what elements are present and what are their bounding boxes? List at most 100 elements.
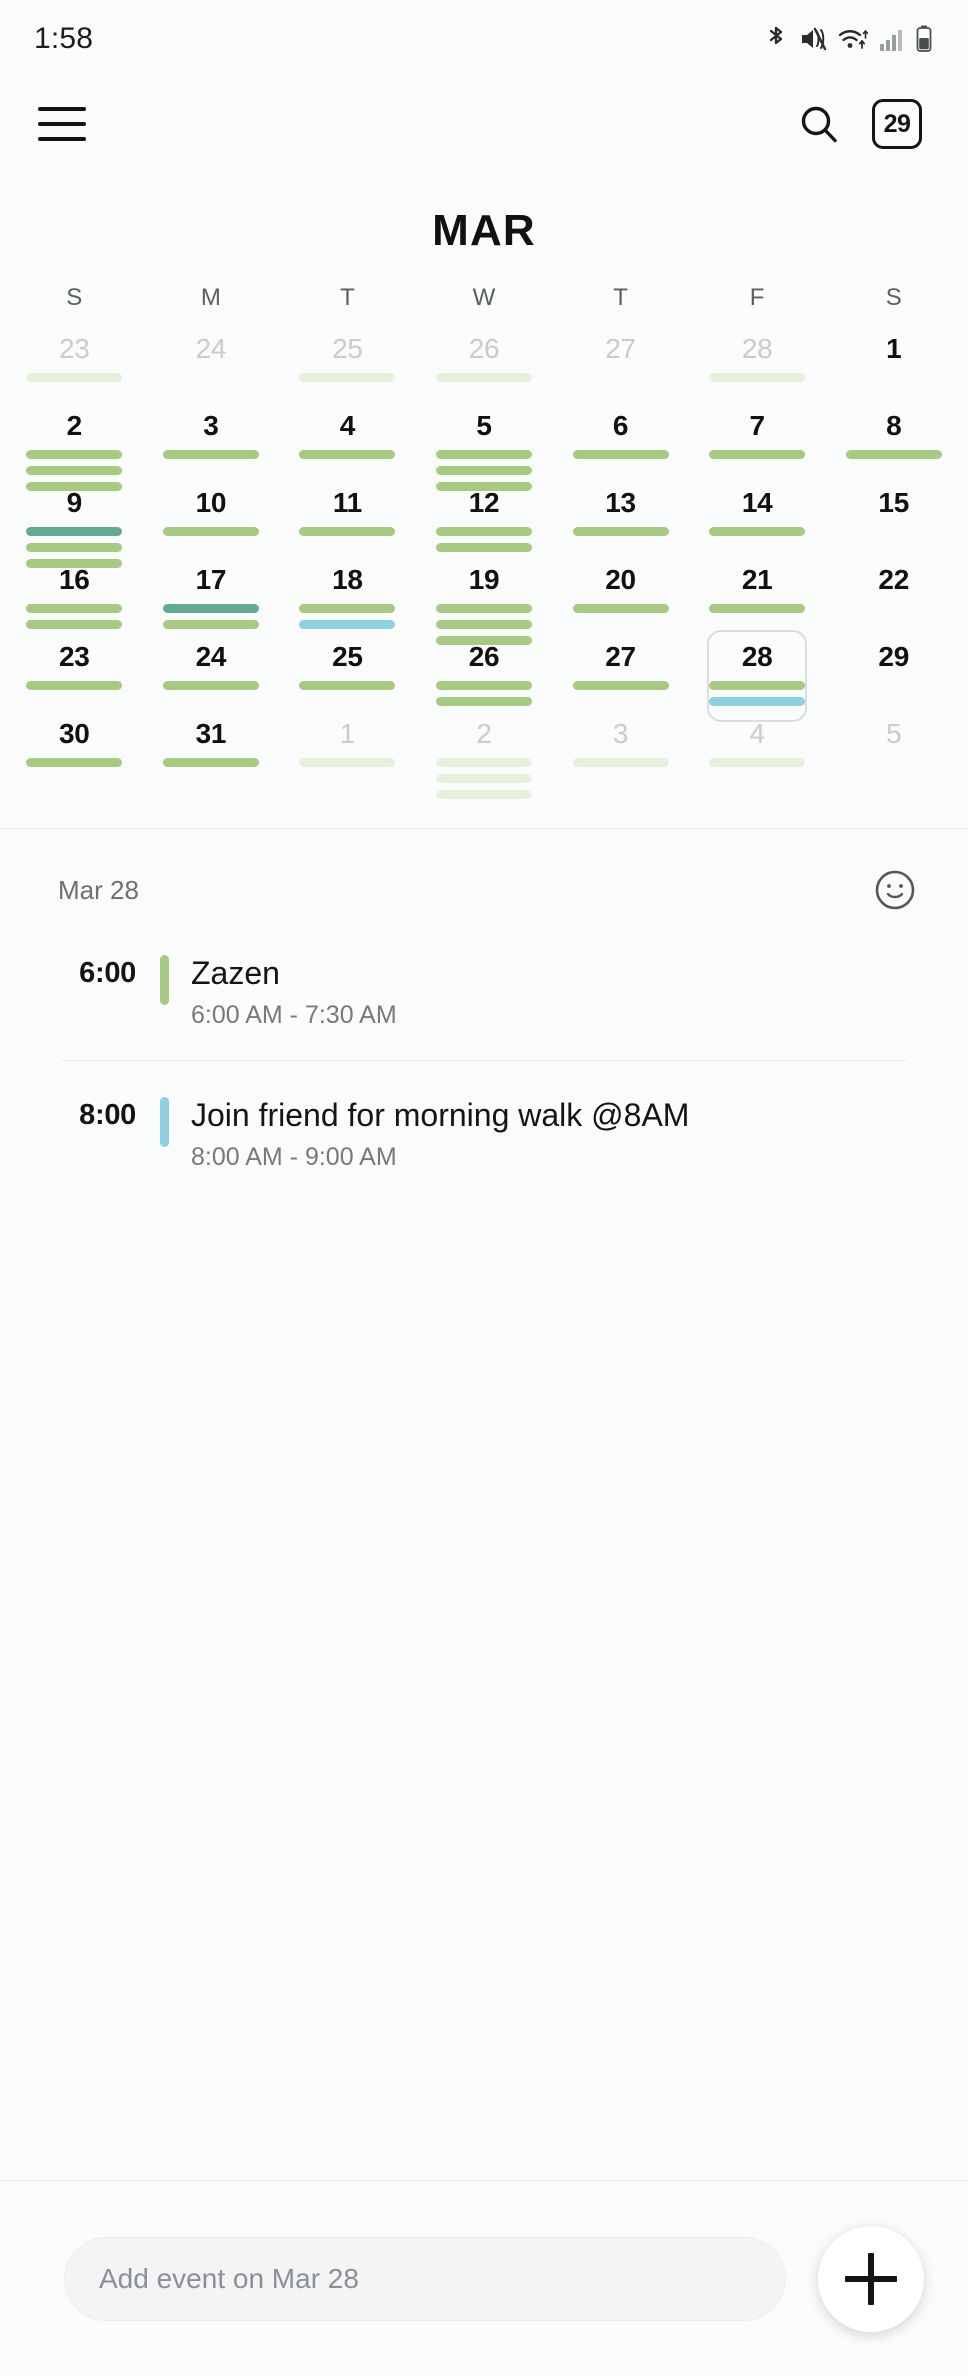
- calendar-day-cell[interactable]: 5: [416, 405, 553, 491]
- calendar-day-cell[interactable]: 23: [6, 636, 143, 713]
- day-number: 9: [66, 487, 83, 518]
- today-date-badge[interactable]: 29: [872, 99, 922, 149]
- calendar-day-cell[interactable]: 6: [552, 405, 689, 482]
- status-icon-group: [764, 24, 932, 54]
- event-body: Join friend for morning walk @8AM 8:00 AM…: [169, 1091, 689, 1172]
- calendar-day-cell[interactable]: 27: [552, 636, 689, 713]
- calendar-day-cell[interactable]: 2: [6, 405, 143, 491]
- day-event-bar: [709, 450, 806, 459]
- calendar-day-cell[interactable]: 28: [689, 636, 826, 713]
- calendar-day-cell[interactable]: 23: [6, 328, 143, 405]
- calendar-day-cell[interactable]: 31: [143, 713, 280, 790]
- calendar-day-cell[interactable]: 27: [552, 328, 689, 405]
- day-event-bar: [435, 527, 532, 536]
- day-event-bars: [552, 527, 689, 536]
- calendar-day-cell[interactable]: 17: [143, 559, 280, 636]
- calendar-day-cell[interactable]: 29: [825, 636, 962, 713]
- day-event-bar: [162, 681, 259, 690]
- day-number: 20: [605, 564, 636, 595]
- event-time: 6:00: [79, 957, 136, 989]
- day-number: 11: [332, 487, 362, 518]
- calendar-day-cell[interactable]: 13: [552, 482, 689, 559]
- calendar-day-cell[interactable]: 25: [279, 328, 416, 405]
- plus-icon: [845, 2252, 897, 2305]
- calendar-day-cell[interactable]: 19: [416, 559, 553, 645]
- calendar-day-cell[interactable]: 3: [143, 405, 280, 482]
- event-time-range: 8:00 AM - 9:00 AM: [191, 1143, 397, 1171]
- day-number: 26: [468, 641, 500, 672]
- day-event-bar: [435, 466, 532, 475]
- day-number: 2: [476, 718, 492, 749]
- day-event-bar: [572, 681, 669, 690]
- calendar-day-cell[interactable]: 26: [416, 636, 553, 713]
- calendar-day-cell[interactable]: 18: [279, 559, 416, 636]
- calendar-week-row: 23 24 25 26 27 28 29: [6, 636, 962, 713]
- calendar-day-cell[interactable]: 2: [416, 713, 553, 799]
- calendar-day-cell[interactable]: 22: [825, 559, 962, 636]
- calendar-day-cell[interactable]: 1: [279, 713, 416, 790]
- day-event-bars: [6, 450, 143, 491]
- day-event-bar: [435, 774, 532, 783]
- day-event-bars: [416, 373, 553, 382]
- calendar-day-cell[interactable]: 12: [416, 482, 553, 559]
- calendar-week-row: 16 17 18 19 20 21 22: [6, 559, 962, 645]
- smiley-icon[interactable]: [870, 865, 920, 915]
- day-event-bar: [572, 604, 669, 613]
- day-number: 27: [605, 641, 636, 672]
- day-number: 24: [195, 333, 227, 364]
- day-event-bars: [279, 527, 416, 536]
- calendar-day-cell[interactable]: 14: [689, 482, 826, 559]
- add-event-fab[interactable]: [818, 2225, 924, 2332]
- calendar-day-cell[interactable]: 3: [552, 713, 689, 790]
- calendar-grid: SMTWTFS 23 24 25 26 27 28 1 2 3 4 5 6 7 8 9 10 11 12 13 14 1…: [0, 284, 968, 799]
- battery-icon: [916, 25, 932, 53]
- day-event-bars: [416, 450, 553, 491]
- event-item[interactable]: 6:00 Zazen 6:00 AM - 7:30 AM: [0, 949, 968, 1030]
- day-event-bar: [26, 373, 123, 382]
- event-item[interactable]: 8:00 Join friend for morning walk @8AM 8:0…: [0, 1091, 968, 1172]
- day-event-bar: [435, 697, 532, 706]
- calendar-day-cell[interactable]: 11: [279, 482, 416, 559]
- calendar-day-cell[interactable]: 5: [825, 713, 962, 790]
- calendar-day-cell[interactable]: 20: [552, 559, 689, 636]
- calendar-day-cell[interactable]: 1: [825, 328, 962, 405]
- day-event-bar: [845, 450, 942, 459]
- calendar-day-cell[interactable]: 28: [689, 328, 826, 405]
- calendar-day-cell[interactable]: 16: [6, 559, 143, 636]
- calendar-day-cell[interactable]: 25: [279, 636, 416, 713]
- weekday-header-1: M: [200, 284, 221, 311]
- search-icon[interactable]: [796, 101, 842, 147]
- calendar-day-cell[interactable]: 7: [689, 405, 826, 482]
- calendar-day-cell[interactable]: 26: [416, 328, 553, 405]
- day-event-bars: [143, 604, 280, 629]
- day-number: 18: [332, 564, 363, 595]
- calendar-day-cell[interactable]: 30: [6, 713, 143, 790]
- day-event-bars: [689, 373, 826, 382]
- add-event-input[interactable]: [99, 2262, 751, 2295]
- calendar-day-cell[interactable]: 24: [143, 328, 280, 405]
- calendar-day-cell[interactable]: 21: [689, 559, 826, 636]
- add-event-input-wrap[interactable]: [64, 2236, 786, 2321]
- event-title: Join friend for morning walk @8AM: [191, 1097, 690, 1133]
- calendar-day-cell[interactable]: 4: [689, 713, 826, 790]
- calendar-day-cell[interactable]: 9: [6, 482, 143, 568]
- day-number: 1: [886, 333, 902, 364]
- calendar-day-cell[interactable]: 4: [279, 405, 416, 482]
- day-event-bars: [279, 450, 416, 459]
- menu-bar-2: [38, 122, 86, 126]
- day-event-bars: [416, 604, 553, 645]
- day-event-bars: [416, 527, 553, 552]
- calendar-day-cell[interactable]: 15: [825, 482, 962, 559]
- calendar-day-cell[interactable]: 24: [143, 636, 280, 713]
- day-event-bar: [26, 527, 123, 536]
- day-event-bars: [279, 604, 416, 629]
- menu-icon[interactable]: [38, 107, 86, 141]
- calendar-day-cell[interactable]: 10: [143, 482, 280, 559]
- day-event-bars: [143, 681, 280, 690]
- day-number: 27: [605, 333, 636, 364]
- day-event-bar: [162, 620, 259, 629]
- toolbar-actions: 29: [796, 99, 922, 149]
- calendar-day-cell[interactable]: 8: [825, 405, 962, 482]
- day-number: 3: [612, 718, 629, 749]
- day-number: 29: [878, 641, 909, 672]
